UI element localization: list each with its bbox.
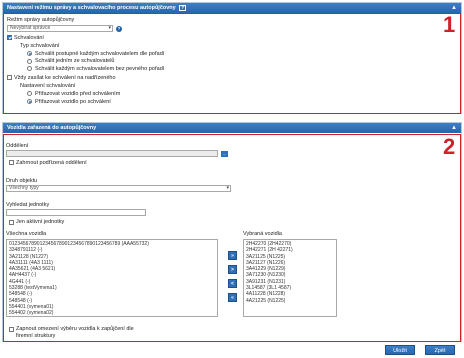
all-vehicles-label: Všechna vozidla	[6, 231, 47, 237]
annotation-number-2: 2	[443, 134, 456, 159]
approval-option-single-label: Schválit jedním ze schvalovatelů	[35, 58, 115, 64]
approval-option-sequential-radio[interactable]	[27, 51, 32, 56]
section-approval-title: Nastavení režimu správy a schvalovacího …	[7, 5, 176, 11]
section-vehicles-header[interactable]: Vozidla zařazená do autopůjčovny ▲	[3, 123, 461, 133]
move-all-right-button[interactable]: »	[228, 251, 237, 260]
help-icon[interactable]: ?	[179, 4, 187, 11]
search-input[interactable]	[6, 209, 146, 216]
approval-settings-label: Nastavení schvalování	[20, 83, 76, 89]
list-item[interactable]: 554402 (vymena02)	[9, 310, 215, 316]
approval-type-label: Typ schvalování	[20, 43, 60, 49]
include-sub-label: Zahrnout podřízená oddělení	[16, 159, 87, 166]
approval-checkbox-label: Schvalování	[14, 34, 44, 41]
collapse-icon[interactable]: ▲	[451, 123, 457, 133]
limit-checkbox-text: Zapnout omezení výběru vozidla k zapůjče…	[16, 326, 134, 339]
search-label: Vyhledat jednotky	[6, 202, 50, 208]
approval-option-any-order-radio[interactable]	[27, 66, 32, 71]
selected-vehicles-label: Vybraná vozidla	[243, 231, 282, 237]
section-vehicles-title: Vozidla zařazená do autopůjčovny	[7, 125, 97, 131]
mode-label: Režim správy autopůjčovny	[7, 17, 75, 23]
move-right-button[interactable]: >	[228, 265, 237, 274]
object-type-select[interactable]: Všechny typy	[6, 185, 231, 192]
limit-checkbox[interactable]	[9, 326, 14, 332]
move-left-button[interactable]: <	[228, 279, 237, 288]
mode-help-icon[interactable]: ?	[116, 25, 122, 32]
assign-after-label: Přiřazovat vozidlo po schválení	[35, 98, 111, 105]
assign-before-radio[interactable]	[27, 91, 32, 96]
annotation-number-1: 1	[443, 12, 456, 37]
all-vehicles-listbox[interactable]: 0123456789012345678901234567890123456789…	[6, 239, 218, 317]
object-type-label: Druh objektu	[6, 178, 38, 184]
move-all-left-button[interactable]: «	[228, 293, 237, 302]
active-only-checkbox[interactable]	[9, 219, 14, 225]
section-approval-header[interactable]: Nastavení režimu správy a schvalovacího …	[3, 3, 461, 13]
department-label: Oddělení	[6, 143, 29, 149]
limit-checkbox-label: Zapnout omezení výběru vozidla k zapůjče…	[16, 326, 146, 339]
approval-option-single-radio[interactable]	[27, 58, 32, 64]
department-input[interactable]	[6, 150, 218, 157]
back-button[interactable]: Zpět	[425, 345, 455, 355]
approval-option-any-order-label: Schválit každým schvalovatelem bez pevné…	[35, 65, 165, 72]
assign-before-label: Přiřazovat vozidlo před schválením	[35, 90, 121, 97]
department-picker-button[interactable]: ...	[221, 150, 228, 157]
approval-checkbox[interactable]	[7, 35, 12, 40]
approval-option-sequential-label: Schválit postupně každým schvalovatelem …	[35, 50, 165, 57]
active-only-label: Jen aktivní jednotky	[16, 219, 65, 225]
include-sub-checkbox[interactable]	[9, 160, 14, 165]
save-button[interactable]: Uložit	[385, 345, 415, 355]
mode-select[interactable]: Nevybírat správce	[7, 25, 113, 32]
object-type-select-value: Všechny typy	[9, 185, 39, 191]
selected-vehicles-listbox[interactable]: 2H42270 (2H42270) 2H42271 (2H 42271) 3A2…	[243, 239, 337, 317]
assign-after-radio[interactable]	[27, 99, 32, 104]
superior-checkbox-label: Vždy zasílat ke schválení na nadřízeného	[14, 74, 116, 81]
mode-select-value: Nevybírat správce	[10, 25, 51, 31]
list-item[interactable]: 4A21225 (N1225)	[246, 298, 334, 304]
superior-checkbox[interactable]	[7, 75, 12, 80]
